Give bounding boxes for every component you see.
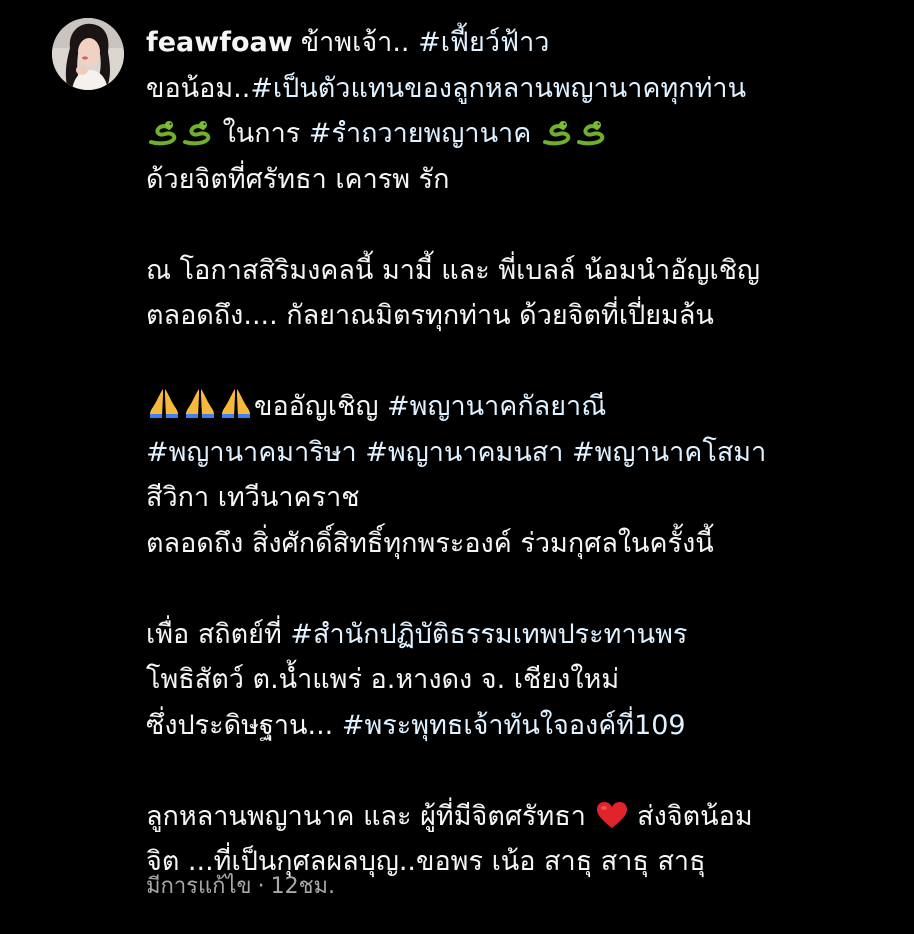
hashtag-link[interactable]: #สำนักปฏิบัติธรรมเทพประทานพร (290, 619, 687, 650)
caption-text: ข้าพเจ้า.. (300, 27, 410, 58)
caption-line-8: #พญานาคมาริษา #พญานาคมนสา #พญานาคโสมา (146, 430, 906, 476)
caption-text: ด้วยจิตที่ศรัทธา เคารพ รัก (146, 163, 450, 195)
hashtag-link[interactable]: #พญานาคโสมา (572, 437, 766, 468)
caption-text: ซึ่งประดิษฐาน... (146, 709, 334, 741)
snake-icon (541, 115, 573, 161)
snake-icon (147, 115, 179, 161)
caption-text: โพธิสัตว์ ต.น้ำแพร่ อ.หางดง จ. เชียงใหม่ (146, 664, 620, 695)
caption-text: ตลอดถึง.... กัลยาณมิตรทุกท่าน ด้วยจิตที่… (146, 300, 714, 331)
pray-icon (147, 387, 181, 434)
caption-line-13: ซึ่งประดิษฐาน... #พระพุทธเจ้าทันใจองค์ที… (146, 703, 906, 749)
caption-text: เพื่อ สถิตย์ที่ (146, 618, 282, 650)
hashtag-link[interactable]: #พญานาคกัลยาณี (387, 391, 606, 422)
username-link[interactable]: feawfoaw (146, 27, 293, 58)
snake-icon (181, 115, 213, 161)
caption-text: ลูกหลานพญานาค และ ผู้ที่มีจิตศรัทธา (146, 800, 586, 832)
caption-line-3: ในการ #รำถวายพญานาค (146, 111, 906, 157)
caption-text: สีวิกา เทวีนาคราช (146, 482, 360, 513)
timestamp: 12ชม. (270, 874, 336, 899)
caption-text: ในการ (222, 118, 301, 149)
avatar[interactable] (52, 18, 124, 90)
caption-text: ณ โอกาสสิริมงคลนี้ มามี้ และ พี่เบลล์ น้… (146, 254, 761, 286)
caption-line-9: สีวิกา เทวีนาคราช (146, 475, 906, 521)
caption-line-14: ลูกหลานพญานาค และ ผู้ที่มีจิตศรัทธา ส่งจ… (146, 794, 906, 840)
caption-text: ขอน้อม.. (146, 72, 251, 104)
post-caption: feawfoaw ข้าพเจ้า.. #เฟี้ยว์ฟ้าว ขอน้อม..… (146, 20, 906, 885)
caption-line-7: ขออัญเชิญ #พญานาคกัลยาณี (146, 384, 906, 430)
hashtag-link[interactable]: #พญานาคมนสา (365, 437, 563, 468)
pray-icon (183, 387, 217, 434)
caption-text: ส่งจิตน้อม (637, 800, 753, 832)
avatar-photo (52, 18, 124, 90)
caption-line-2: ขอน้อม..#เป็นตัวแทนของลูกหลานพญานาคทุกท่… (146, 66, 906, 112)
caption-line-12: โพธิสัตว์ ต.น้ำแพร่ อ.หางดง จ. เชียงใหม่ (146, 657, 906, 703)
snake-icon (575, 115, 607, 161)
edited-label[interactable]: มีการแก้ไข (146, 874, 252, 899)
caption-line-10: ตลอดถึง สิ่งศักดิ์สิทธิ์ทุกพระองค์ ร่วมก… (146, 521, 906, 567)
meta-separator: · (257, 874, 265, 899)
hashtag-link[interactable]: #พระพุทธเจ้าทันใจองค์ที่109 (342, 710, 686, 741)
caption-text: ตลอดถึง สิ่งศักดิ์สิทธิ์ทุกพระองค์ ร่วมก… (146, 527, 714, 559)
caption-line-6: ตลอดถึง.... กัลยาณมิตรทุกท่าน ด้วยจิตที่… (146, 293, 906, 339)
hashtag-link[interactable]: #รำถวายพญานาค (309, 118, 531, 149)
caption-line-5: ณ โอกาสสิริมงคลนี้ มามี้ และ พี่เบลล์ น้… (146, 248, 906, 294)
caption-line-1: feawfoaw ข้าพเจ้า.. #เฟี้ยว์ฟ้าว (146, 20, 906, 66)
heart-icon (596, 798, 628, 844)
caption-line-4: ด้วยจิตที่ศรัทธา เคารพ รัก (146, 157, 906, 203)
pray-icon (219, 387, 253, 434)
hashtag-link[interactable]: #เฟี้ยว์ฟ้าว (418, 27, 549, 58)
hashtag-link[interactable]: #เป็นตัวแทนของลูกหลานพญานาคทุกท่าน (250, 73, 746, 104)
caption-line-11: เพื่อ สถิตย์ที่ #สำนักปฏิบัติธรรมเทพประท… (146, 612, 906, 658)
hashtag-link[interactable]: #พญานาคมาริษา (146, 437, 357, 468)
caption-text: ขออัญเชิญ (254, 391, 379, 422)
comment-post: feawfoaw ข้าพเจ้า.. #เฟี้ยว์ฟ้าว ขอน้อม..… (0, 0, 914, 934)
post-meta: มีการแก้ไข · 12ชม. (146, 868, 335, 903)
